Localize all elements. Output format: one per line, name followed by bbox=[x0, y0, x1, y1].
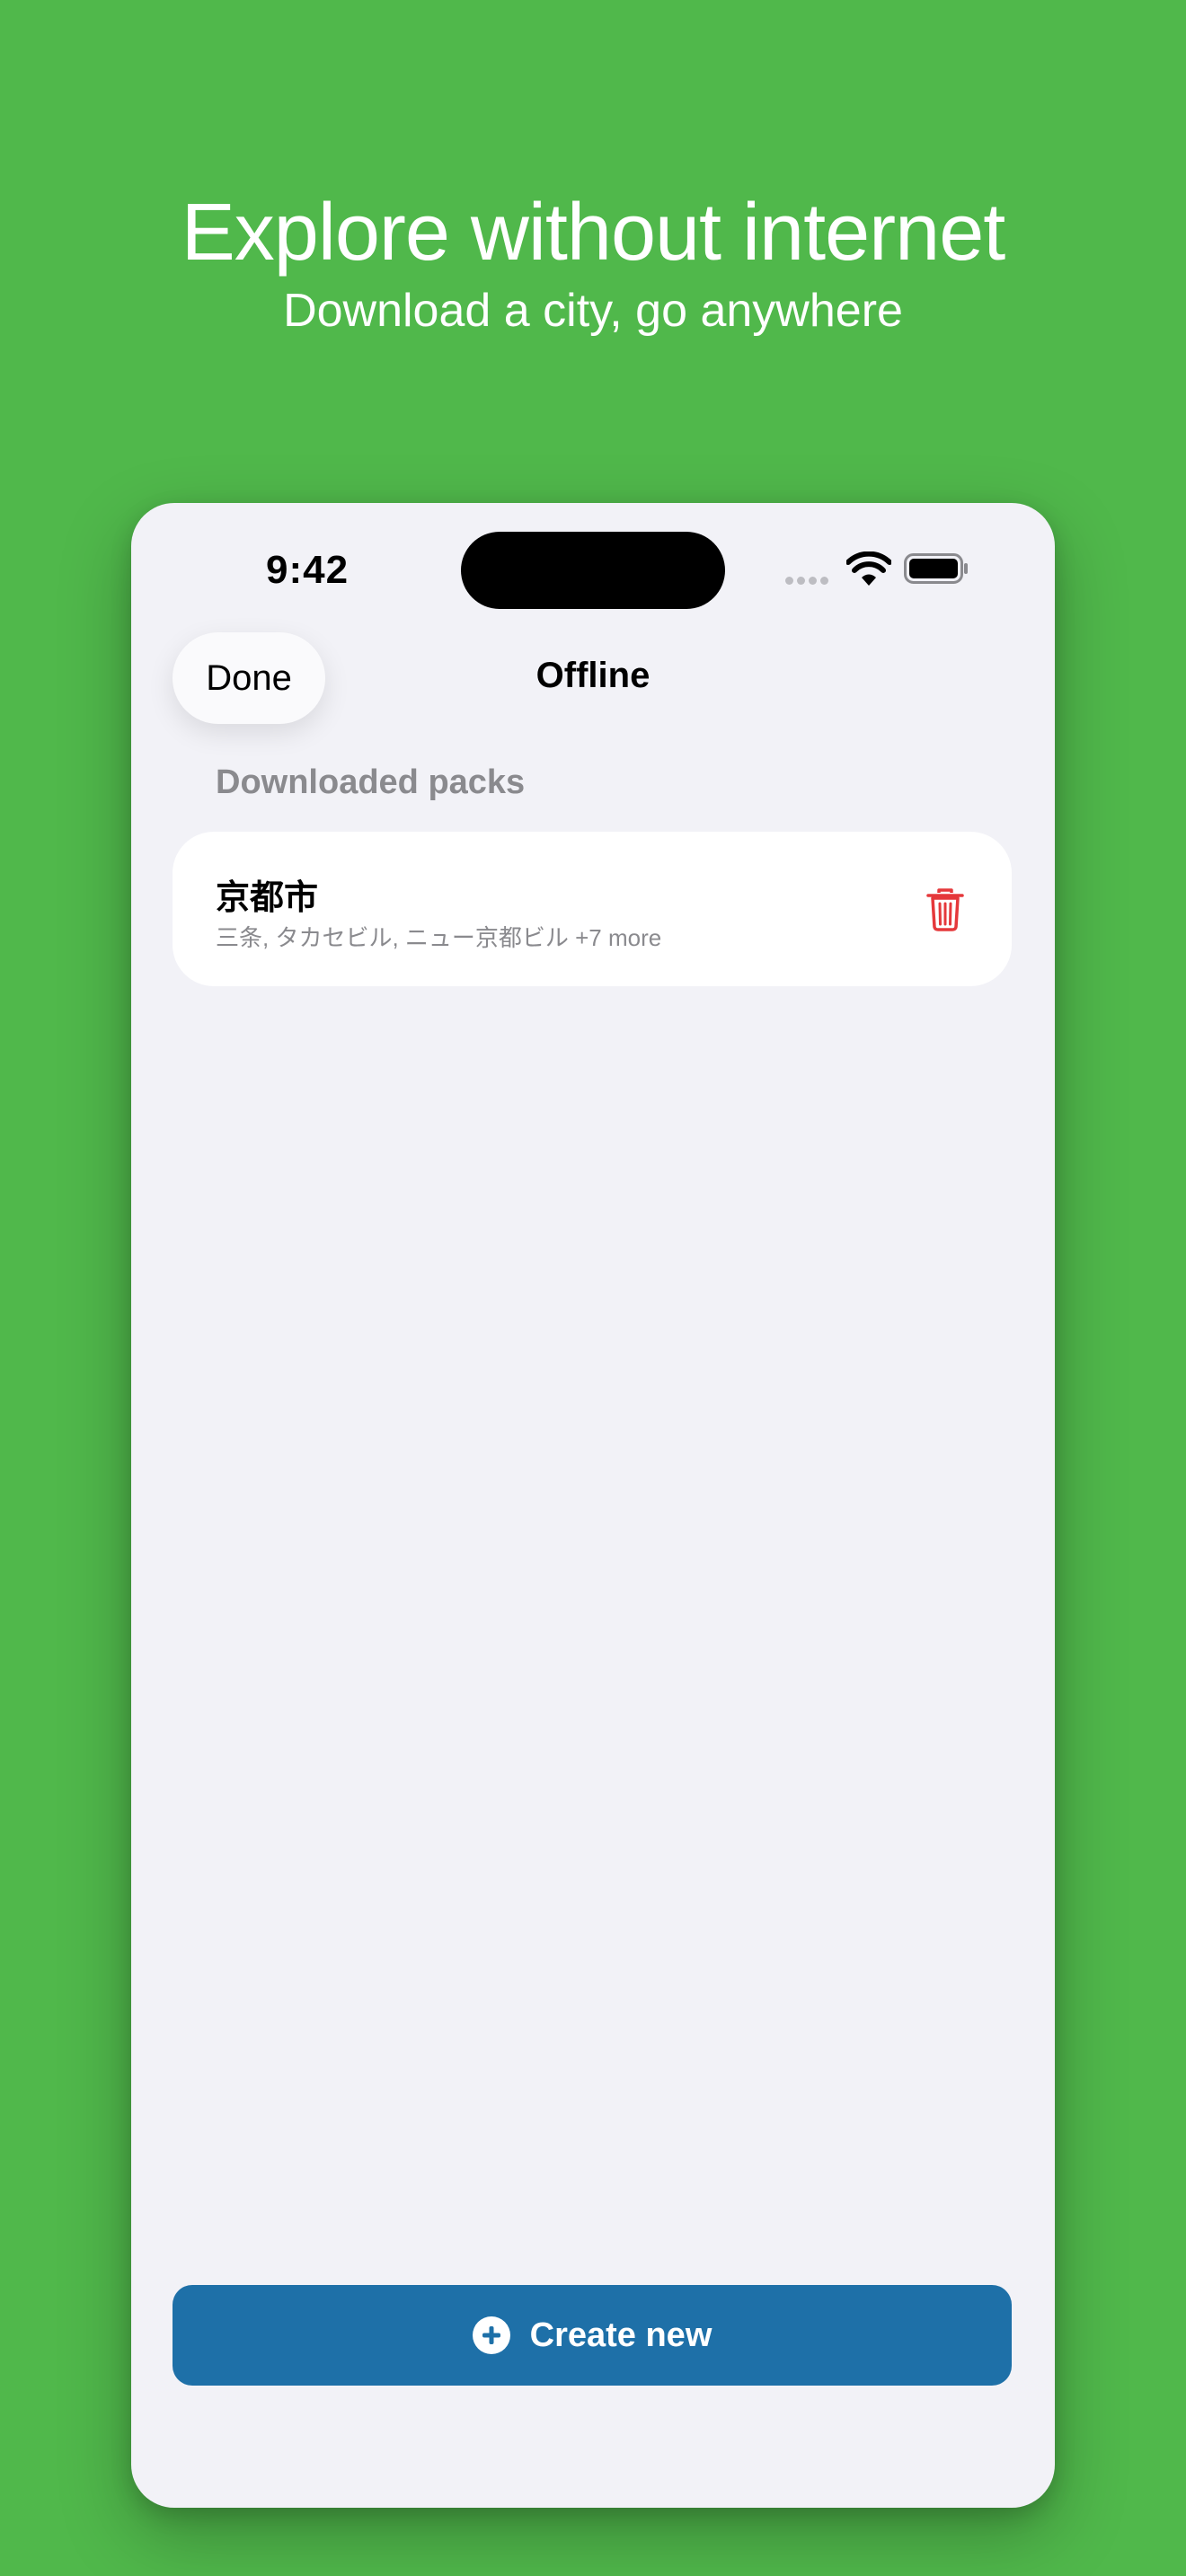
create-new-label: Create new bbox=[529, 2316, 712, 2354]
dynamic-island bbox=[461, 532, 725, 609]
status-time: 9:42 bbox=[266, 548, 350, 592]
nav-title: Offline bbox=[535, 656, 651, 695]
section-header: Downloaded packs bbox=[216, 763, 526, 801]
create-new-button[interactable]: Create new bbox=[173, 2285, 1012, 2386]
trash-icon[interactable] bbox=[925, 887, 965, 932]
promo-title: Explore without internet bbox=[181, 188, 1006, 278]
wifi-icon bbox=[846, 551, 891, 586]
pack-subtitle: 三条, タカセビル, ニュー京都ビル +7 more bbox=[216, 924, 662, 951]
pack-title: 京都市 bbox=[216, 879, 319, 917]
downloaded-pack-card[interactable]: 京都市 三条, タカセビル, ニュー京都ビル +7 more bbox=[173, 832, 1012, 986]
phone-screen: 9:42 Done Offline Downloaded packs 京都市 三… bbox=[131, 503, 1055, 2508]
plus-circle-icon bbox=[472, 2316, 510, 2354]
promo-subtitle: Download a city, go anywhere bbox=[283, 285, 903, 337]
cellular-signal-icon bbox=[785, 577, 828, 585]
battery-icon bbox=[904, 553, 968, 584]
